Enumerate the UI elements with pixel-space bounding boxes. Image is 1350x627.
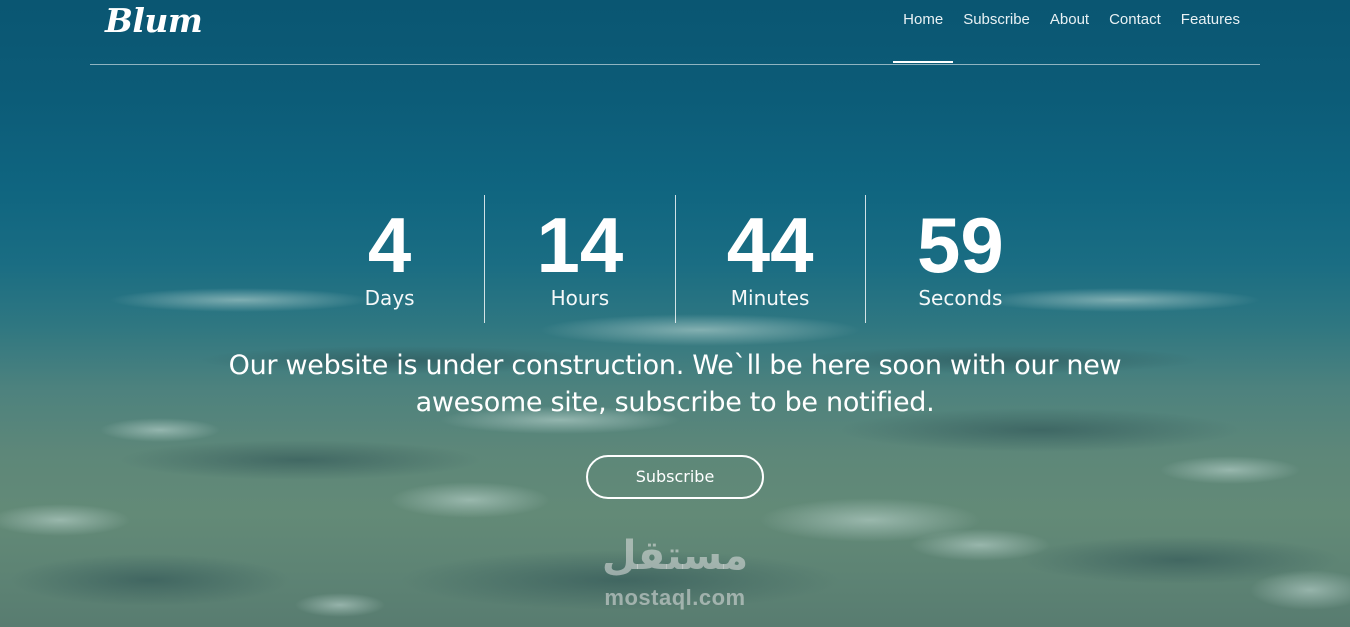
nav-item-about[interactable]: About [1040, 10, 1099, 30]
watermark: مستقل mostaql.com [585, 528, 765, 612]
subscribe-button[interactable]: Subscribe [586, 455, 764, 499]
countdown-seconds: 59 Seconds [864, 195, 1055, 323]
minutes-label: Minutes [730, 286, 810, 310]
countdown-timer: 4 Days 14 Hours 44 Minutes 59 Seconds [295, 195, 1055, 323]
minutes-value: 44 [726, 201, 814, 289]
nav-item-home[interactable]: Home [893, 10, 954, 63]
main-nav: Home Subscribe About Contact Features [893, 10, 1250, 63]
message-line-1: Our website is under construction. We`ll… [228, 350, 1122, 381]
countdown-days: 4 Days [295, 195, 484, 323]
nav-item-features[interactable]: Features [1171, 10, 1250, 30]
brand-logo[interactable]: Blum [105, 1, 203, 41]
watermark-site: mostaql.com [604, 585, 746, 610]
message-line-2: awesome site, subscribe to be notified. [415, 387, 935, 418]
construction-message: Our website is under construction. We`ll… [175, 347, 1175, 421]
nav-item-subscribe[interactable]: Subscribe [953, 10, 1040, 30]
hours-value: 14 [536, 201, 624, 289]
countdown-minutes: 44 Minutes [674, 195, 865, 323]
seconds-label: Seconds [918, 286, 1003, 310]
header-divider [90, 64, 1260, 65]
nav-item-contact[interactable]: Contact [1099, 10, 1171, 30]
countdown-hours: 14 Hours [484, 195, 674, 323]
hours-label: Hours [550, 286, 610, 310]
seconds-value: 59 [916, 201, 1004, 289]
days-value: 4 [367, 201, 412, 289]
days-label: Days [364, 286, 415, 310]
watermark-arabic: مستقل [601, 533, 749, 579]
